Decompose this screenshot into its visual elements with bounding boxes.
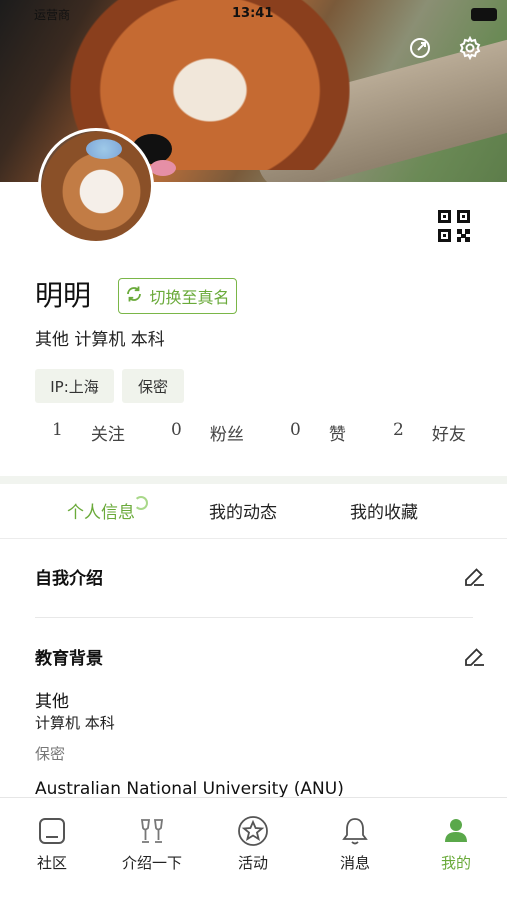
person-icon	[439, 814, 473, 848]
education-privacy: 保密	[35, 745, 66, 763]
nav-community-label: 社区	[36, 854, 67, 872]
education-major-degree: 计算机 本科	[35, 714, 115, 732]
settings-gear-icon[interactable]	[455, 33, 485, 63]
battery-icon	[471, 8, 497, 21]
tab-my-posts[interactable]: 我的动态	[209, 498, 277, 523]
ip-location-tag: IP:上海	[35, 369, 114, 403]
fans-count: 0	[171, 420, 182, 440]
nav-introduce-label: 介绍一下	[121, 854, 182, 872]
tab-indicator-icon	[134, 496, 148, 510]
education-category: 其他	[35, 692, 69, 712]
edit-intro-icon[interactable]	[462, 565, 486, 589]
nav-messages[interactable]: 消息	[315, 814, 395, 873]
avatar[interactable]	[38, 128, 154, 244]
intro-title: 自我介绍	[35, 569, 103, 589]
follow-label: 关注	[90, 425, 125, 445]
section-divider	[0, 476, 507, 484]
switch-real-name-button[interactable]: 切换至真名	[118, 278, 237, 314]
privacy-tag: 保密	[122, 369, 184, 403]
share-icon[interactable]	[405, 33, 435, 63]
follow-stat[interactable]: 1 关注	[52, 420, 125, 448]
nav-me[interactable]: 我的	[416, 814, 496, 873]
nav-introduce[interactable]: 介绍一下	[112, 814, 192, 873]
refresh-icon	[125, 285, 143, 308]
tab-personal-info[interactable]: 个人信息	[67, 498, 135, 523]
nav-community[interactable]: 社区	[12, 814, 92, 873]
education-title: 教育背景	[35, 649, 103, 669]
switch-real-name-label: 切换至真名	[149, 288, 230, 307]
bell-icon	[338, 814, 372, 848]
tab-my-favorites[interactable]: 我的收藏	[350, 498, 418, 523]
friends-count: 2	[393, 420, 404, 440]
bottom-nav: 社区 介绍一下 活动 消息 我的	[0, 797, 507, 901]
nav-activity-label: 活动	[237, 854, 268, 872]
fans-stat[interactable]: 0 粉丝	[171, 420, 244, 448]
star-badge-icon	[236, 814, 270, 848]
section-separator	[35, 617, 473, 618]
edit-education-icon[interactable]	[462, 645, 486, 669]
cheers-icon	[135, 814, 169, 848]
nav-messages-label: 消息	[339, 854, 370, 872]
profile-subinfo: 其他 计算机 本科	[35, 330, 165, 350]
community-icon	[35, 814, 69, 848]
nav-activity[interactable]: 活动	[213, 814, 293, 873]
education-university: Australian National University (ANU)	[35, 779, 344, 799]
likes-count: 0	[290, 420, 301, 440]
likes-stat[interactable]: 0 赞	[290, 420, 346, 448]
nav-me-label: 我的	[440, 854, 471, 872]
friends-label: 好友	[431, 425, 466, 445]
status-bar: 运营商 13:41	[0, 0, 507, 28]
friends-stat[interactable]: 2 好友	[393, 420, 466, 448]
profile-tabs: 个人信息 我的动态 我的收藏	[0, 484, 507, 539]
fans-label: 粉丝	[209, 425, 244, 445]
status-time: 13:41	[232, 6, 274, 21]
likes-label: 赞	[328, 425, 346, 445]
follow-count: 1	[52, 420, 63, 440]
profile-name: 明明	[35, 279, 92, 312]
carrier-label: 运营商	[34, 8, 71, 22]
qr-code-icon[interactable]	[438, 210, 470, 242]
